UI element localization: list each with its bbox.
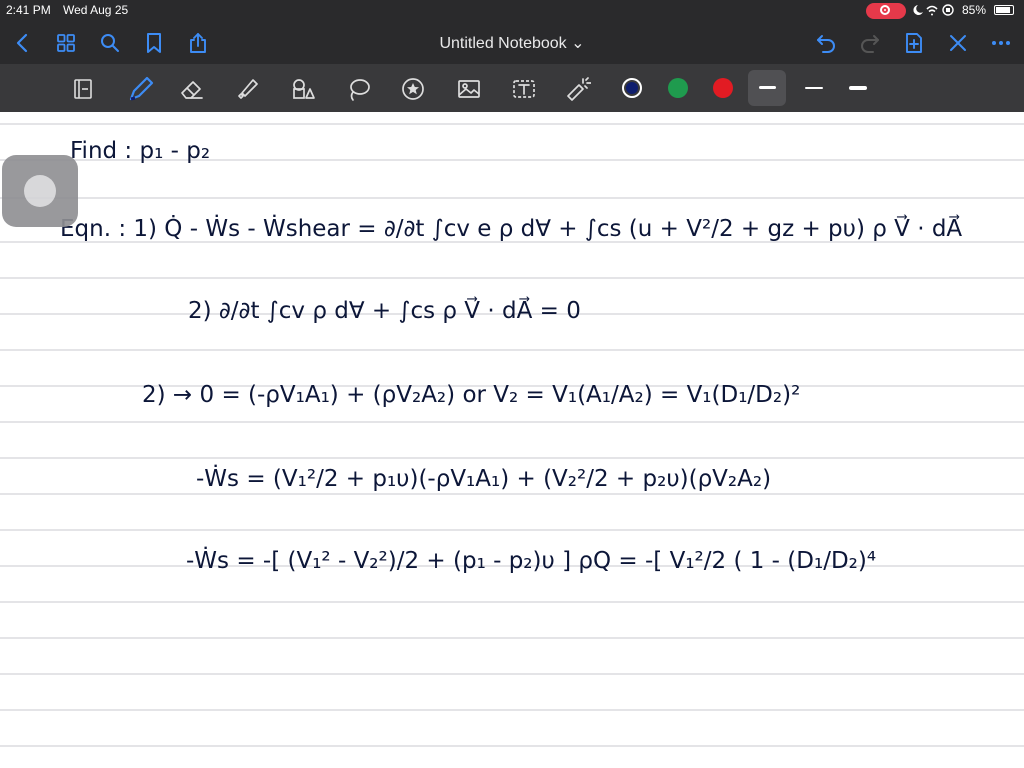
status-time: 2:41 PM: [6, 3, 51, 17]
battery-icon: [994, 5, 1014, 15]
note-line-shaft-work: -Ẇs = (V₁²/2 + p₁υ)(-ρV₁A₁) + (V₂²/2 + p…: [196, 464, 771, 492]
moon-icon: [913, 5, 923, 15]
pen-icon[interactable]: [126, 74, 156, 104]
text-icon[interactable]: [511, 76, 537, 102]
assistive-touch-button[interactable]: [2, 155, 78, 227]
more-options-icon[interactable]: [990, 32, 1012, 54]
notebook-page[interactable]: Find : p₁ - p₂ Eqn. : 1) Q̇ - Ẇs - Ẇshea…: [0, 112, 1024, 768]
image-icon[interactable]: [456, 76, 482, 102]
undo-icon[interactable]: [815, 32, 837, 54]
laser-pointer-icon[interactable]: [565, 76, 591, 102]
status-date: Wed Aug 25: [63, 3, 129, 17]
assistive-touch-dot: [24, 175, 56, 207]
handwritten-notes: Find : p₁ - p₂ Eqn. : 1) Q̇ - Ẇs - Ẇshea…: [60, 138, 962, 574]
stroke-width-medium: [759, 86, 776, 89]
color-swatch-green[interactable]: [668, 78, 688, 98]
notebook-header: Untitled Notebook ⌄: [0, 22, 1024, 64]
status-bar: 2:41 PM Wed Aug 25 85%: [0, 0, 1024, 22]
color-swatch-red[interactable]: [713, 78, 733, 98]
close-toolbar-icon[interactable]: [947, 32, 969, 54]
page-icon[interactable]: [70, 76, 96, 102]
stroke-width-thick[interactable]: [849, 86, 867, 90]
battery-percent: 85%: [962, 3, 987, 17]
highlighter-icon[interactable]: [235, 76, 261, 102]
eraser-icon[interactable]: [179, 76, 205, 102]
note-line-energy-eqn: Eqn. : 1) Q̇ - Ẇs - Ẇshear = ∂/∂t ∫cv e …: [60, 214, 962, 242]
lasso-icon[interactable]: [346, 76, 372, 102]
sticker-icon[interactable]: [400, 76, 426, 102]
add-page-icon[interactable]: [903, 32, 925, 54]
redo-icon[interactable]: [859, 32, 881, 54]
note-line-velocity-relation: 2) → 0 = (-ρV₁A₁) + (ρV₂A₂) or V₂ = V₁(A…: [142, 382, 800, 408]
wifi-icon: [926, 5, 938, 16]
note-line-shaft-work-simplified: -Ẇs = -[ (V₁² - V₂²)/2 + (p₁ - p₂)υ ] ρQ…: [186, 546, 876, 574]
navy-color-dot: [626, 82, 638, 94]
note-line-continuity: 2) ∂/∂t ∫cv ρ d∀ + ∫cs ρ V⃗ · dA⃗ = 0: [188, 296, 581, 324]
note-line-find: Find : p₁ - p₂: [70, 138, 210, 164]
screen-recording-icon[interactable]: [866, 3, 906, 19]
tools-toolbar: [0, 64, 1024, 144]
color-swatch-navy[interactable]: [622, 78, 642, 98]
orientation-lock-icon: [942, 4, 954, 16]
stroke-width-selected-bg[interactable]: [748, 70, 786, 106]
shapes-icon[interactable]: [290, 76, 316, 102]
stroke-width-thin[interactable]: [805, 87, 823, 89]
